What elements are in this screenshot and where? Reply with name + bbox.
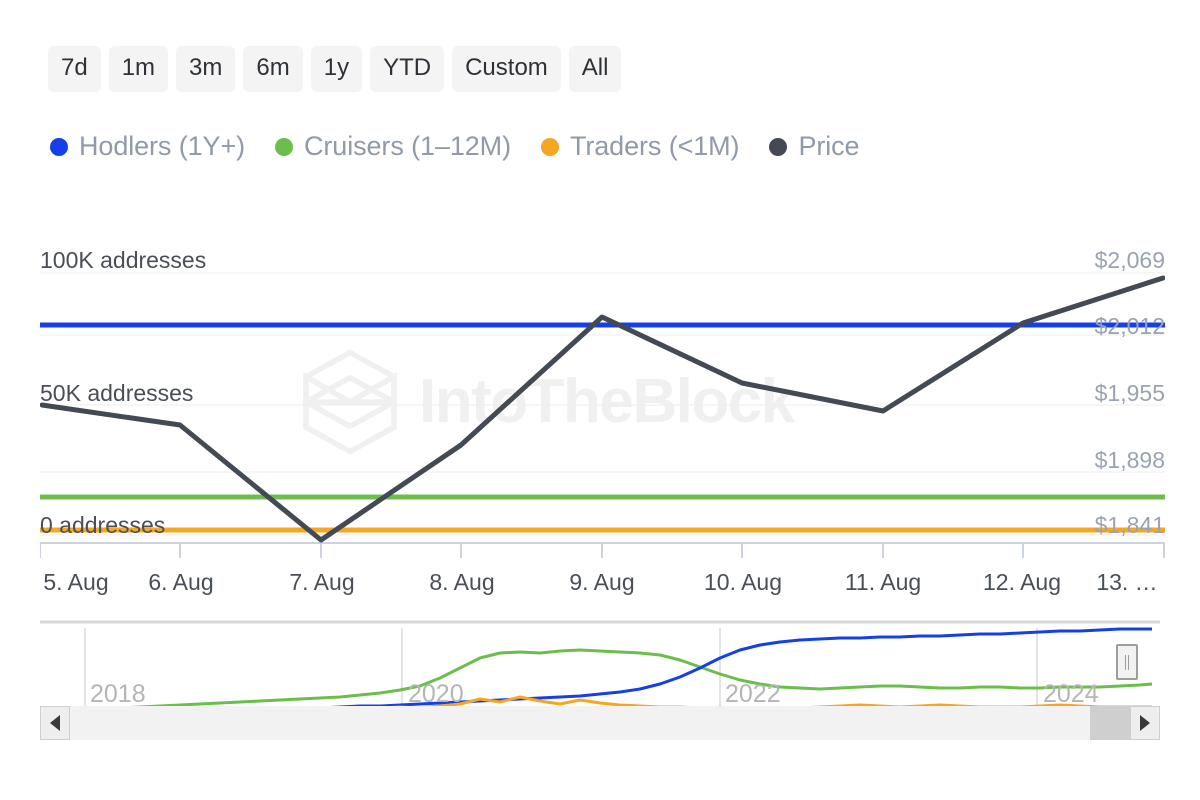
handle-grip-line-2	[1128, 655, 1129, 670]
scroll-left-arrow[interactable]	[40, 706, 70, 740]
y-left-tick-100k: 100K addresses	[40, 247, 206, 274]
legend-dot-traders-icon	[541, 138, 559, 156]
legend-item-cruisers[interactable]: Cruisers (1–12M)	[275, 131, 511, 162]
x-tick-label-8: 13. …	[1096, 569, 1157, 596]
y-right-tick-1841: $1,841	[1095, 512, 1165, 539]
y-right-tick-2012: $2,012	[1095, 313, 1165, 340]
scroll-right-arrow[interactable]	[1130, 706, 1160, 740]
x-axis-ticks	[40, 543, 1164, 558]
chevron-right-icon	[1140, 715, 1150, 731]
navigator-series-hodlers	[60, 629, 1152, 713]
legend-label-traders: Traders (<1M)	[570, 131, 739, 162]
legend-item-traders[interactable]: Traders (<1M)	[541, 131, 739, 162]
navigator-year-2022: 2022	[725, 680, 781, 709]
legend-item-price[interactable]: Price	[769, 131, 859, 162]
series-line-price	[42, 278, 1163, 540]
legend-item-hodlers[interactable]: Hodlers (1Y+)	[50, 131, 245, 162]
y-right-tick-2069: $2,069	[1095, 247, 1165, 274]
legend-label-price: Price	[798, 131, 859, 162]
range-button-all[interactable]: All	[569, 46, 622, 92]
navigator-scrollbar[interactable]	[40, 706, 1160, 740]
x-tick-label-3: 8. Aug	[429, 569, 494, 596]
range-button-1y[interactable]: 1y	[311, 46, 362, 92]
time-range-button-group: 7d 1m 3m 6m 1y YTD Custom All	[48, 46, 621, 92]
x-tick-label-5: 10. Aug	[704, 569, 782, 596]
range-button-ytd[interactable]: YTD	[370, 46, 444, 92]
y-left-tick-50k: 50K addresses	[40, 380, 193, 407]
range-button-7d[interactable]: 7d	[48, 46, 101, 92]
navigator-right-handle[interactable]	[1116, 644, 1138, 680]
handle-grip-line-1	[1125, 655, 1126, 670]
range-button-custom[interactable]: Custom	[452, 46, 561, 92]
scrollbar-thumb[interactable]	[1090, 706, 1130, 740]
x-tick-label-7: 12. Aug	[983, 569, 1061, 596]
range-button-1m[interactable]: 1m	[109, 46, 168, 92]
legend-dot-hodlers-icon	[50, 138, 68, 156]
navigator-year-2020: 2020	[408, 680, 464, 709]
chevron-left-icon	[50, 715, 60, 731]
x-tick-label-0: 5. Aug	[43, 569, 108, 596]
navigator-plot[interactable]	[40, 620, 1160, 715]
x-tick-label-1: 6. Aug	[148, 569, 213, 596]
plot-canvas[interactable]	[40, 225, 1165, 590]
chart-legend: Hodlers (1Y+) Cruisers (1–12M) Traders (…	[50, 131, 859, 162]
navigator-series-cruisers	[60, 650, 1152, 711]
legend-label-hodlers: Hodlers (1Y+)	[79, 131, 245, 162]
y-right-tick-1955: $1,955	[1095, 380, 1165, 407]
y-left-tick-0: 0 addresses	[40, 512, 165, 539]
y-right-tick-1898: $1,898	[1095, 447, 1165, 474]
main-chart[interactable]: IntoTheBlock	[0, 225, 1200, 590]
x-tick-label-2: 7. Aug	[289, 569, 354, 596]
navigator-svg	[40, 620, 1160, 715]
navigator-year-2018: 2018	[90, 680, 146, 709]
legend-label-cruisers: Cruisers (1–12M)	[304, 131, 511, 162]
navigator-year-2024: 2024	[1043, 680, 1099, 709]
legend-dot-price-icon	[769, 138, 787, 156]
x-tick-label-4: 9. Aug	[569, 569, 634, 596]
range-button-3m[interactable]: 3m	[176, 46, 235, 92]
x-tick-label-6: 11. Aug	[845, 569, 921, 596]
plot-svg	[40, 225, 1165, 590]
range-button-6m[interactable]: 6m	[243, 46, 302, 92]
legend-dot-cruisers-icon	[275, 138, 293, 156]
